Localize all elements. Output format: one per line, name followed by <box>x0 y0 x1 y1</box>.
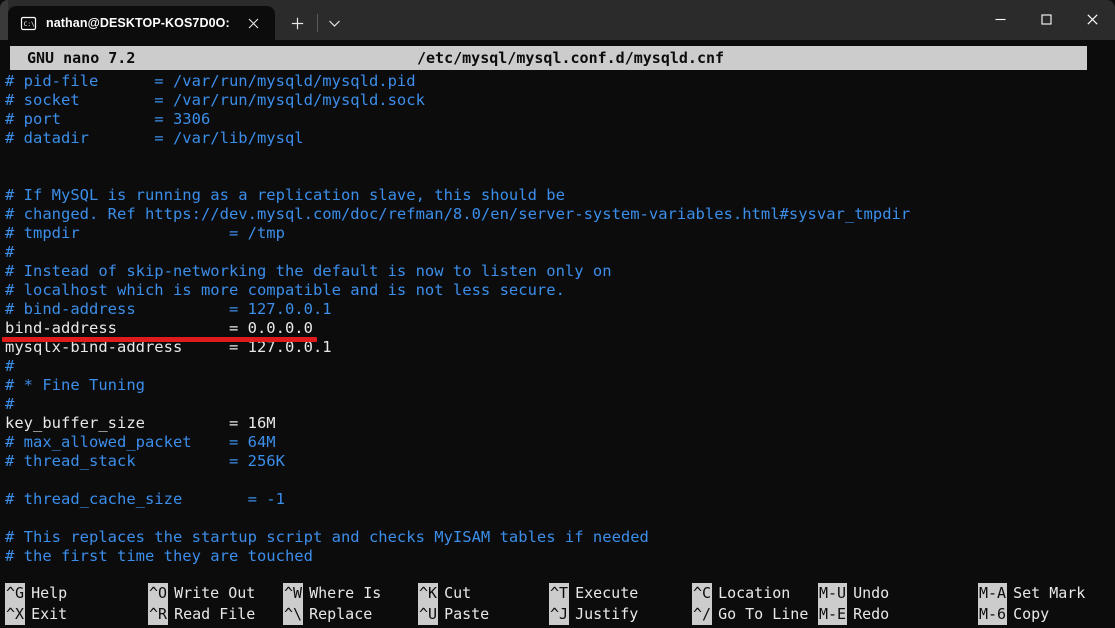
shortcut-key: ^O <box>148 583 168 604</box>
nano-editor-area[interactable]: # pid-file = /var/run/mysqld/mysqld.pid#… <box>0 70 1115 575</box>
shortcut-label: Help <box>31 583 67 604</box>
nano-shortcut-bar: ^G Help ^X Exit ^O Write Out ^R Read File ^W Wher… <box>0 580 1115 628</box>
editor-line: # tmpdir = /tmp <box>5 224 285 243</box>
editor-line: # socket = /var/run/mysqld/mysqld.sock <box>5 91 425 110</box>
editor-line: # pid-file = /var/run/mysqld/mysqld.pid <box>5 72 416 91</box>
shortcut-label: Exit <box>31 604 67 625</box>
shortcut-redo[interactable]: M-E Redo <box>818 604 889 625</box>
shortcut-justify[interactable]: ^J Justify <box>549 604 638 625</box>
titlebar-left-edge <box>0 0 8 40</box>
editor-line: # thread_stack = 256K <box>5 452 285 471</box>
shortcut-go-to-line[interactable]: ^/ Go To Line <box>692 604 808 625</box>
shortcut-where-is[interactable]: ^W Where Is <box>283 583 381 604</box>
shortcut-key: ^K <box>418 583 438 604</box>
editor-line: # <box>5 243 14 262</box>
chevron-down-icon[interactable] <box>320 6 350 40</box>
window-close-button[interactable] <box>1069 0 1115 38</box>
new-tab-button[interactable] <box>281 6 315 40</box>
red-underline-annotation <box>2 337 317 342</box>
editor-line: bind-address = 0.0.0.0 <box>5 319 313 338</box>
shortcut-key: ^T <box>549 583 569 604</box>
shortcut-label: Go To Line <box>718 604 808 625</box>
shortcut-cut[interactable]: ^K Cut <box>418 583 471 604</box>
editor-line: # * Fine Tuning <box>5 376 145 395</box>
editor-line: # Instead of skip-networking the default… <box>5 262 612 281</box>
editor-line: # max_allowed_packet = 64M <box>5 433 276 452</box>
shortcut-label: Cut <box>444 583 471 604</box>
shortcut-key: M-A <box>978 583 1007 604</box>
editor-line: # bind-address = 127.0.0.1 <box>5 300 332 319</box>
shortcut-key: ^W <box>283 583 303 604</box>
nano-header-bar: GNU nano 7.2 /etc/mysql/mysql.conf.d/mys… <box>10 46 1087 70</box>
shortcut-key: ^U <box>418 604 438 625</box>
shortcut-label: Read File <box>174 604 255 625</box>
shortcut-set-mark[interactable]: M-A Set Mark <box>978 583 1085 604</box>
terminal-tab[interactable]: C:\ nathan@DESKTOP-KOS7D0O: <box>8 6 275 40</box>
shortcut-location[interactable]: ^C Location <box>692 583 790 604</box>
shortcut-help[interactable]: ^G Help <box>5 583 67 604</box>
editor-line: # thread_cache_size = -1 <box>5 490 285 509</box>
terminal-icon: C:\ <box>20 15 37 32</box>
editor-line: # <box>5 395 14 414</box>
svg-text:C:\: C:\ <box>24 21 35 28</box>
editor-line: # the first time they are touched <box>5 547 313 566</box>
shortcut-label: Replace <box>309 604 372 625</box>
shortcut-paste[interactable]: ^U Paste <box>418 604 489 625</box>
editor-line: # datadir = /var/lib/mysql <box>5 129 304 148</box>
editor-line: # localhost which is more compatible and… <box>5 281 565 300</box>
window-controls <box>977 0 1115 40</box>
shortcut-label: Set Mark <box>1013 583 1085 604</box>
shortcut-label: Execute <box>575 583 638 604</box>
shortcut-key: M-U <box>818 583 847 604</box>
maximize-button[interactable] <box>1023 0 1069 38</box>
terminal-window: C:\ nathan@DESKTOP-KOS7D0O: <box>0 0 1115 628</box>
shortcut-label: Location <box>718 583 790 604</box>
shortcut-write-out[interactable]: ^O Write Out <box>148 583 255 604</box>
shortcut-key: ^X <box>5 604 25 625</box>
shortcut-read-file[interactable]: ^R Read File <box>148 604 255 625</box>
shortcut-execute[interactable]: ^T Execute <box>549 583 638 604</box>
tabbar-divider <box>317 14 318 32</box>
shortcut-exit[interactable]: ^X Exit <box>5 604 67 625</box>
shortcut-key: ^/ <box>692 604 712 625</box>
editor-line: # changed. Ref https://dev.mysql.com/doc… <box>5 205 910 224</box>
shortcut-label: Undo <box>853 583 889 604</box>
nano-filepath-label: /etc/mysql/mysql.conf.d/mysqld.cnf <box>417 46 724 70</box>
shortcut-label: Paste <box>444 604 489 625</box>
shortcut-label: Copy <box>1013 604 1049 625</box>
shortcut-key: M-6 <box>978 604 1007 625</box>
shortcut-label: Justify <box>575 604 638 625</box>
window-titlebar: C:\ nathan@DESKTOP-KOS7D0O: <box>0 0 1115 40</box>
nano-version-label: GNU nano 7.2 <box>27 46 135 70</box>
shortcut-key: ^\ <box>283 604 303 625</box>
shortcut-key: ^G <box>5 583 25 604</box>
shortcut-label: Redo <box>853 604 889 625</box>
editor-line: # If MySQL is running as a replication s… <box>5 186 565 205</box>
editor-line: # <box>5 357 14 376</box>
shortcut-key: ^J <box>549 604 569 625</box>
tab-title: nathan@DESKTOP-KOS7D0O: <box>46 16 230 30</box>
editor-line: # port = 3306 <box>5 110 210 129</box>
shortcut-key: ^R <box>148 604 168 625</box>
shortcut-undo[interactable]: M-U Undo <box>818 583 889 604</box>
close-icon[interactable] <box>243 12 265 34</box>
editor-line: key_buffer_size = 16M <box>5 414 276 433</box>
shortcut-copy[interactable]: M-6 Copy <box>978 604 1049 625</box>
shortcut-key: M-E <box>818 604 847 625</box>
shortcut-replace[interactable]: ^\ Replace <box>283 604 372 625</box>
shortcut-label: Write Out <box>174 583 255 604</box>
shortcut-label: Where Is <box>309 583 381 604</box>
minimize-button[interactable] <box>977 0 1023 38</box>
shortcut-key: ^C <box>692 583 712 604</box>
editor-line: # This replaces the startup script and c… <box>5 528 649 547</box>
